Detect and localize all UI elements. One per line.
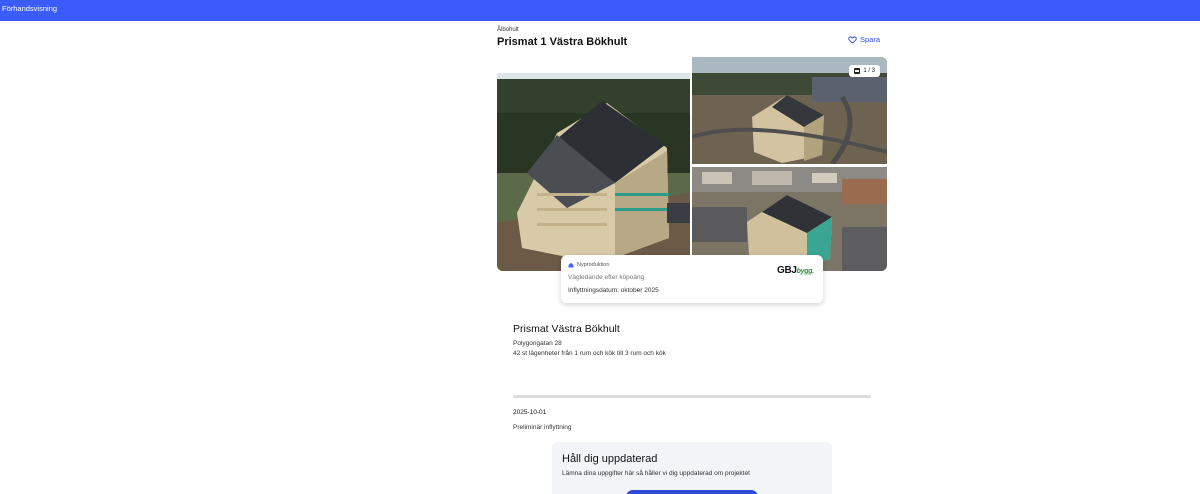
timeline-progress-bar xyxy=(513,395,871,398)
logo-main: GBJ xyxy=(777,265,797,276)
newsletter-heading: Håll dig uppdaterad xyxy=(562,453,658,465)
save-button[interactable]: Spara xyxy=(848,35,880,44)
page-title: Prismat 1 Västra Bökhult xyxy=(497,36,628,48)
newsletter-text: Lämna dina uppgifter här så håller vi di… xyxy=(562,470,750,477)
project-title: Prismat Västra Bökhult xyxy=(513,323,620,335)
gallery-image-aerial-1[interactable]: 1 / 3 xyxy=(692,57,887,164)
house-icon xyxy=(568,262,574,268)
image-counter[interactable]: 1 / 3 xyxy=(849,65,880,77)
breadcrumb[interactable]: Ålbohult xyxy=(497,27,519,33)
counter-text: 1 / 3 xyxy=(863,68,875,74)
logo-sub: bygg. xyxy=(796,268,814,275)
newsletter-box: Håll dig uppdaterad Lämna dina uppgifter… xyxy=(552,442,832,494)
project-description: 42 st lägenheter från 1 rum och kök till… xyxy=(513,350,666,357)
newsletter-button[interactable] xyxy=(626,490,758,494)
project-address: Polygongatan 28 xyxy=(513,340,562,347)
new-production-badge: Nyproduktion xyxy=(568,262,609,268)
gallery-icon xyxy=(854,68,861,74)
badge-label: Nyproduktion xyxy=(577,262,610,268)
save-label: Spara xyxy=(860,35,881,44)
preview-label: Förhandsvisning xyxy=(2,4,58,13)
image-gallery[interactable]: 1 / 3 xyxy=(497,57,887,271)
heart-icon xyxy=(848,36,857,44)
move-in-date: Inflyttningsdatum: oktober 2025 xyxy=(568,287,659,294)
project-info-card: Nyproduktion Vägledande efter köpoäng In… xyxy=(561,255,823,303)
gallery-image-main[interactable] xyxy=(497,73,690,271)
timeline-date: 2025-10-01 xyxy=(513,409,547,416)
allocation-text: Vägledande efter köpoäng xyxy=(568,274,645,281)
timeline-status: Preliminär inflyttning xyxy=(513,424,572,431)
top-bar: Förhandsvisning xyxy=(0,0,1200,21)
builder-logo: GBJbygg. xyxy=(777,265,814,276)
